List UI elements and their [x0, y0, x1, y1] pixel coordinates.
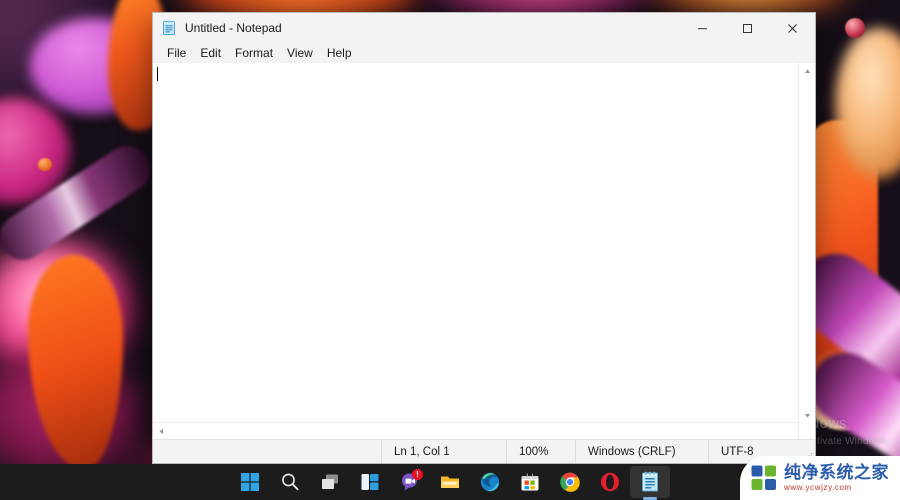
search-icon	[282, 473, 299, 491]
notepad-icon	[163, 20, 175, 35]
menu-bar: File Edit Format View Help	[153, 43, 815, 63]
status-bar-spacer	[153, 440, 381, 463]
menu-item-format[interactable]: Format	[228, 44, 280, 62]
taskbar-item-file-explorer[interactable]	[430, 466, 470, 498]
taskbar-item-search[interactable]	[270, 466, 310, 498]
taskbar-item-widgets[interactable]	[350, 466, 390, 498]
taskbar-item-chat[interactable]: !	[390, 466, 430, 498]
editor-area	[153, 63, 815, 439]
store-icon	[521, 473, 539, 491]
scrollbar-corner	[799, 423, 815, 439]
menu-item-view[interactable]: View	[280, 44, 320, 62]
horizontal-scrollbar[interactable]	[153, 422, 798, 439]
site-url: www.ycwjzy.com	[784, 482, 852, 492]
taskbar-item-chrome[interactable]	[550, 466, 590, 498]
scroll-up-icon[interactable]	[799, 63, 815, 79]
taskbar-item-edge[interactable]	[470, 466, 510, 498]
menu-item-edit[interactable]: Edit	[193, 44, 228, 62]
editor-column	[153, 63, 798, 439]
taskbar-item-start[interactable]	[230, 466, 270, 498]
task-view-icon	[322, 474, 338, 489]
wallpaper-blob	[845, 18, 865, 38]
status-line-ending[interactable]: Windows (CRLF)	[575, 440, 708, 463]
chat-notification-badge: !	[412, 469, 423, 480]
title-bar[interactable]: Untitled - Notepad	[153, 13, 815, 43]
minimize-button[interactable]	[680, 13, 725, 43]
caption-buttons	[680, 13, 815, 43]
site-watermark: 纯净系统之家 www.ycwjzy.com	[740, 456, 900, 500]
taskbar-item-notepad[interactable]	[630, 466, 670, 498]
scroll-left-icon[interactable]	[153, 423, 169, 439]
taskbar-item-opera[interactable]	[590, 466, 630, 498]
opera-icon	[601, 472, 619, 492]
menu-item-file[interactable]: File	[160, 44, 193, 62]
wallpaper-blob	[38, 158, 52, 171]
window-title: Untitled - Notepad	[185, 21, 282, 35]
site-name: 纯净系统之家	[784, 462, 889, 483]
vertical-scroll-track[interactable]	[799, 79, 815, 407]
title-bar-left: Untitled - Notepad	[153, 20, 680, 36]
notepad-window[interactable]: Untitled - Notepad File Edit Format View…	[152, 12, 816, 464]
close-icon	[788, 23, 797, 33]
edge-icon	[480, 472, 500, 492]
widgets-icon	[361, 474, 379, 490]
text-editor[interactable]	[153, 63, 798, 422]
taskbar-item-task-view[interactable]	[310, 466, 350, 498]
taskbar-items: !	[230, 464, 670, 500]
screen: Activate Windows Go to Settings to activ…	[0, 0, 900, 500]
close-button[interactable]	[770, 13, 815, 43]
chrome-icon	[560, 472, 580, 492]
site-logo-icon	[751, 465, 776, 490]
status-bar: Ln 1, Col 1 100% Windows (CRLF) UTF-8	[153, 439, 815, 463]
status-cursor-position[interactable]: Ln 1, Col 1	[381, 440, 506, 463]
notepad-taskbar-icon	[642, 471, 658, 492]
minimize-icon	[698, 27, 707, 29]
horizontal-scroll-track[interactable]	[169, 423, 798, 439]
maximize-button[interactable]	[725, 13, 770, 43]
file-explorer-icon	[441, 476, 459, 488]
status-zoom-level[interactable]: 100%	[506, 440, 575, 463]
text-caret	[157, 67, 158, 81]
scroll-down-icon[interactable]	[799, 407, 815, 423]
taskbar-item-store[interactable]	[510, 466, 550, 498]
menu-item-help[interactable]: Help	[320, 44, 359, 62]
site-watermark-text: 纯净系统之家 www.ycwjzy.com	[784, 462, 889, 492]
maximize-icon	[743, 23, 752, 33]
start-icon	[241, 473, 259, 491]
vertical-scrollbar[interactable]	[798, 63, 815, 439]
